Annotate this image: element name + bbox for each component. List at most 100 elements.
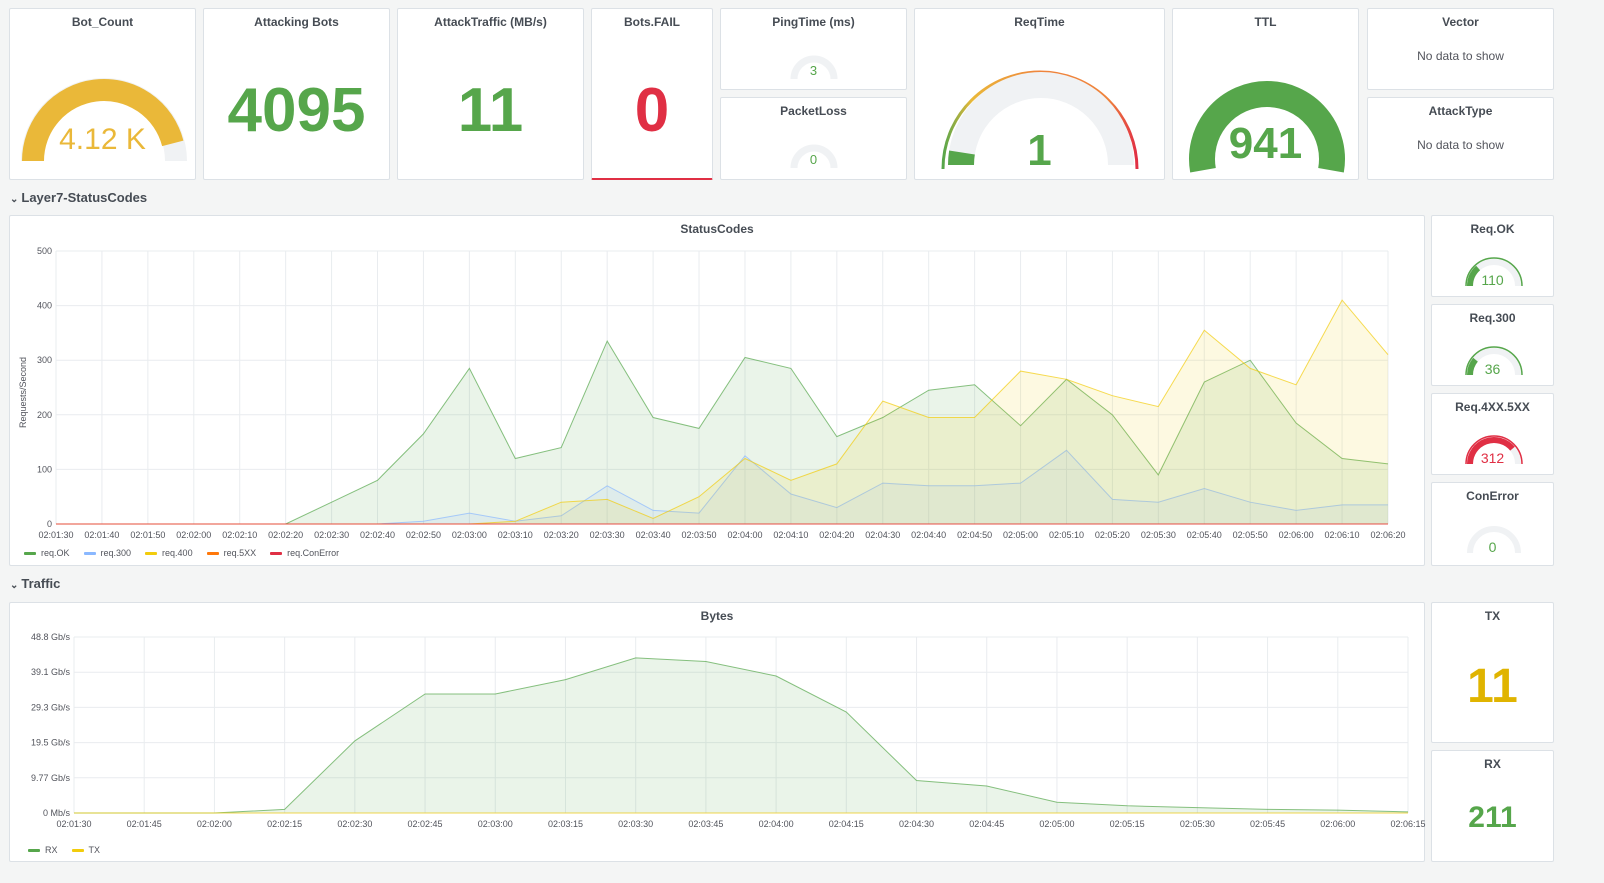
legend-swatch <box>24 551 36 555</box>
bots-fail-value: 0 <box>634 76 670 145</box>
y-tick-label: 0 Mb/s <box>43 808 71 818</box>
req-300-panel: Req.300 36 <box>1431 304 1554 386</box>
x-tick-label: 02:04:30 <box>899 819 934 829</box>
chevron-down-icon: ⌄ <box>10 580 19 591</box>
y-tick-label: 9.77 Gb/s <box>31 773 71 783</box>
x-tick-label: 02:03:00 <box>478 819 513 829</box>
x-tick-label: 02:04:20 <box>819 530 854 540</box>
row-title: Traffic <box>21 576 61 591</box>
y-tick-label: 39.1 Gb/s <box>31 667 71 677</box>
attack-traffic-panel: AttackTraffic (MB/s) 11 <box>397 8 584 180</box>
req-300-value: 36 <box>1484 361 1501 377</box>
x-tick-label: 02:02:10 <box>222 530 257 540</box>
legend-swatch <box>83 551 96 555</box>
row-header-traffic[interactable]: ⌄ Traffic <box>10 576 60 591</box>
chart-legend: RX TX <box>28 845 100 855</box>
no-data-message: No data to show <box>1417 138 1504 152</box>
ttl-value: 941 <box>1228 119 1303 168</box>
x-tick-label: 02:05:00 <box>1039 819 1074 829</box>
x-tick-label: 02:04:50 <box>957 530 992 540</box>
panel-title: TX <box>1484 609 1501 623</box>
legend-swatch <box>270 551 283 555</box>
attack-type-panel: AttackType No data to show <box>1367 97 1554 180</box>
ping-time-gauge <box>790 55 838 80</box>
x-tick-label: 02:05:40 <box>1187 530 1222 540</box>
y-tick-label: 500 <box>37 246 52 256</box>
tx-value: 11 <box>1467 660 1518 713</box>
x-tick-label: 02:06:10 <box>1325 530 1360 540</box>
ping-time-value: 3 <box>809 63 818 78</box>
req-time-value: 1 <box>1027 126 1052 175</box>
x-tick-label: 02:05:10 <box>1049 530 1084 540</box>
x-tick-label: 02:03:50 <box>682 530 717 540</box>
legend-item[interactable]: req.400 <box>145 548 193 558</box>
panel-title: AttackType <box>1428 104 1493 118</box>
x-tick-label: 02:03:15 <box>548 819 583 829</box>
req-ok-value: 110 <box>1481 272 1504 288</box>
x-tick-label: 02:02:30 <box>337 819 372 829</box>
x-tick-label: 02:03:30 <box>618 819 653 829</box>
chart-legend: req.OK req.300 req.400 req.5XX req.ConError <box>24 548 339 558</box>
attacking-bots-value: 4095 <box>227 76 366 145</box>
x-tick-label: 02:06:00 <box>1279 530 1314 540</box>
x-tick-label: 02:01:40 <box>84 530 119 540</box>
legend-swatch <box>28 848 40 852</box>
x-tick-label: 02:04:45 <box>969 819 1004 829</box>
x-tick-label: 02:03:00 <box>452 530 487 540</box>
rx-panel: RX 211 <box>1431 750 1554 862</box>
x-tick-label: 02:05:30 <box>1141 530 1176 540</box>
attacking-bots-panel: Attacking Bots 4095 <box>203 8 390 180</box>
y-tick-label: 200 <box>37 410 52 420</box>
x-tick-label: 02:06:20 <box>1370 530 1405 540</box>
row-title: Layer7-StatusCodes <box>21 190 148 205</box>
x-tick-label: 02:01:50 <box>130 530 165 540</box>
rx-value: 211 <box>1468 801 1517 834</box>
x-tick-label: 02:02:50 <box>406 530 441 540</box>
con-error-value: 0 <box>1488 539 1497 555</box>
x-tick-label: 02:05:00 <box>1003 530 1038 540</box>
no-data-message: No data to show <box>1417 49 1504 63</box>
x-tick-label: 02:03:30 <box>590 530 625 540</box>
y-tick-label: 400 <box>37 301 52 311</box>
tx-panel: TX 11 <box>1431 602 1554 743</box>
x-tick-label: 02:02:30 <box>314 530 349 540</box>
legend-item[interactable]: req.OK <box>24 548 70 558</box>
packet-loss-value: 0 <box>809 152 818 167</box>
x-tick-label: 02:03:20 <box>544 530 579 540</box>
legend-item[interactable]: TX <box>71 845 100 855</box>
packet-loss-panel: PacketLoss 0 <box>720 97 907 180</box>
x-tick-label: 02:01:30 <box>38 530 73 540</box>
x-tick-label: 02:02:45 <box>408 819 443 829</box>
legend-label: req.OK <box>41 548 70 558</box>
panel-title: RX <box>1484 757 1501 771</box>
bytes-chart: 0 Mb/s 9.77 Gb/s 19.5 Gb/s 29.3 Gb/s 39.1 Gb… <box>31 632 1426 829</box>
packet-loss-gauge <box>790 144 838 169</box>
x-tick-label: 02:04:00 <box>727 530 762 540</box>
req-ok-panel: Req.OK 110 <box>1431 215 1554 297</box>
x-tick-label: 02:04:15 <box>829 819 864 829</box>
ping-time-panel: PingTime (ms) 3 <box>720 8 907 90</box>
legend-swatch <box>145 551 158 555</box>
x-tick-label: 02:02:00 <box>176 530 211 540</box>
vector-panel: Vector No data to show <box>1367 8 1554 90</box>
x-tick-label: 02:02:20 <box>268 530 303 540</box>
x-tick-label: 02:05:15 <box>1110 819 1145 829</box>
y-tick-label: 19.5 Gb/s <box>31 738 71 748</box>
row-header-layer7[interactable]: ⌄ Layer7-StatusCodes <box>10 190 147 205</box>
status-codes-chart: 0 100 200 300 400 500 02:01:30 02:01:40 02:01:50… <box>37 246 1406 540</box>
legend-item[interactable]: req.5XX <box>206 548 257 558</box>
y-tick-label: 300 <box>37 355 52 365</box>
legend-label: req.5XX <box>223 548 257 558</box>
x-tick-label: 02:06:00 <box>1320 819 1355 829</box>
req-time-panel: ReqTime 1 <box>914 8 1165 180</box>
x-tick-label: 02:03:45 <box>688 819 723 829</box>
panel-title: Bots.FAIL <box>624 15 680 29</box>
x-tick-label: 02:02:15 <box>267 819 302 829</box>
series-area-RX <box>74 657 1408 813</box>
legend-item[interactable]: req.300 <box>83 548 132 558</box>
x-tick-label: 02:02:40 <box>360 530 395 540</box>
legend-item[interactable]: req.ConError <box>270 548 339 558</box>
legend-label: req.300 <box>100 548 132 558</box>
status-codes-panel: StatusCodes Requests/Second 0 100 200 300 40… <box>9 215 1425 566</box>
legend-item[interactable]: RX <box>28 845 58 855</box>
